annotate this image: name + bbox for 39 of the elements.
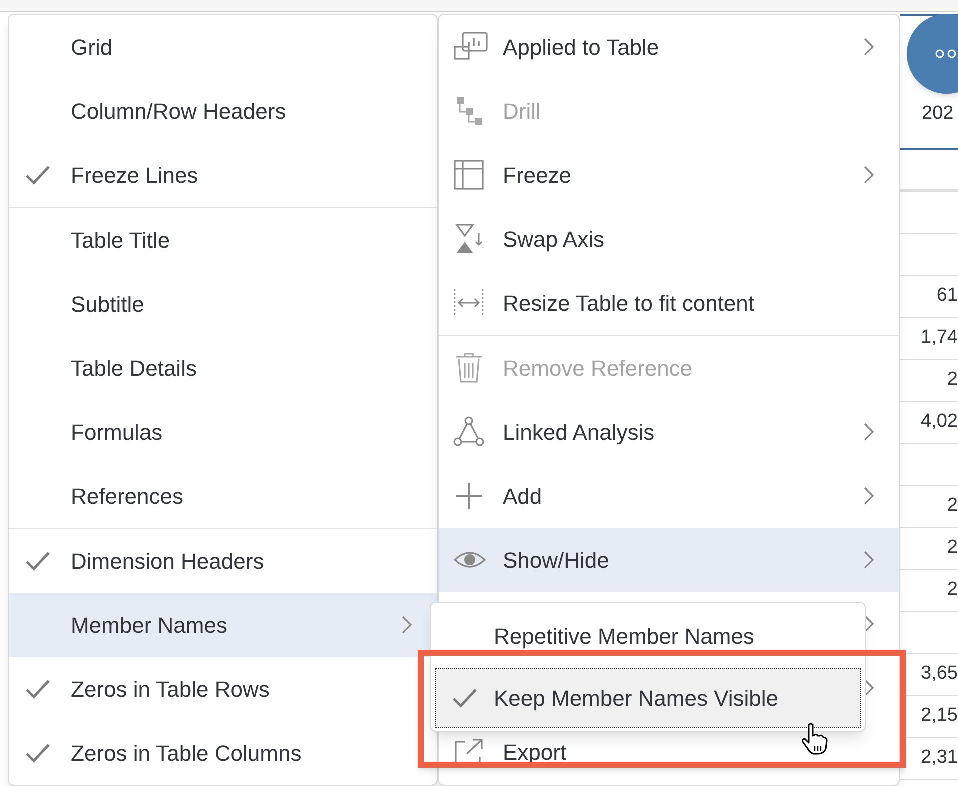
table-cell-text: 1,74 — [921, 326, 958, 350]
hourglass-arrow-icon — [453, 223, 485, 255]
table-cell-text: 2 — [947, 368, 958, 392]
menu-item[interactable]: Table Title — [9, 208, 437, 272]
table-cell-text: 2 — [947, 578, 958, 602]
menu-item[interactable]: Formulas — [9, 400, 437, 464]
table-cell-text: 2 — [947, 536, 958, 560]
menu-item[interactable]: Freeze Lines — [9, 143, 437, 207]
menu-item[interactable]: Member Names — [9, 593, 437, 657]
plus-icon — [453, 480, 485, 512]
table-cell-text: 2,31 — [921, 746, 958, 770]
menu-item[interactable]: Grid — [9, 15, 437, 79]
menu-item[interactable]: References — [9, 464, 437, 528]
menu-item[interactable]: Zeros in Table Rows — [9, 657, 437, 721]
menu-item[interactable]: Show/Hide — [439, 528, 899, 592]
table-cell-text: 61 — [936, 284, 958, 308]
menu-item[interactable]: Keep Member Names Visible — [435, 668, 861, 728]
menu-item[interactable]: Linked Analysis — [439, 400, 899, 464]
menu-item[interactable]: Column/Row Headers — [9, 79, 437, 143]
table-cell-text: 2,15 — [921, 704, 958, 728]
network-triangle-icon — [453, 416, 485, 448]
menu-item[interactable]: Table Details — [9, 336, 437, 400]
table-cell-text: 4,02 — [921, 410, 958, 434]
menu-item[interactable]: Freeze — [439, 143, 899, 207]
menu-item[interactable]: Resize Table to fit content — [439, 271, 899, 335]
table-layout-icon — [453, 159, 485, 191]
column-header: 202 — [922, 104, 955, 123]
menu-item[interactable]: Applied to Table — [439, 15, 899, 79]
menu-item[interactable]: Subtitle — [9, 272, 437, 336]
menu-item[interactable]: Swap Axis — [439, 207, 899, 271]
table-cell-text: 3,65 — [921, 662, 958, 686]
chart-window-icon — [453, 31, 489, 63]
menu-item[interactable]: Repetitive Member Names — [435, 606, 861, 666]
menu-item[interactable]: Dimension Headers — [9, 529, 437, 593]
menu-item[interactable]: Zeros in Table Columns — [9, 721, 437, 785]
more-icon — [935, 49, 957, 59]
trash-icon — [453, 352, 485, 384]
menu-item[interactable]: Add — [439, 464, 899, 528]
table-cell-text: 2 — [947, 494, 958, 518]
